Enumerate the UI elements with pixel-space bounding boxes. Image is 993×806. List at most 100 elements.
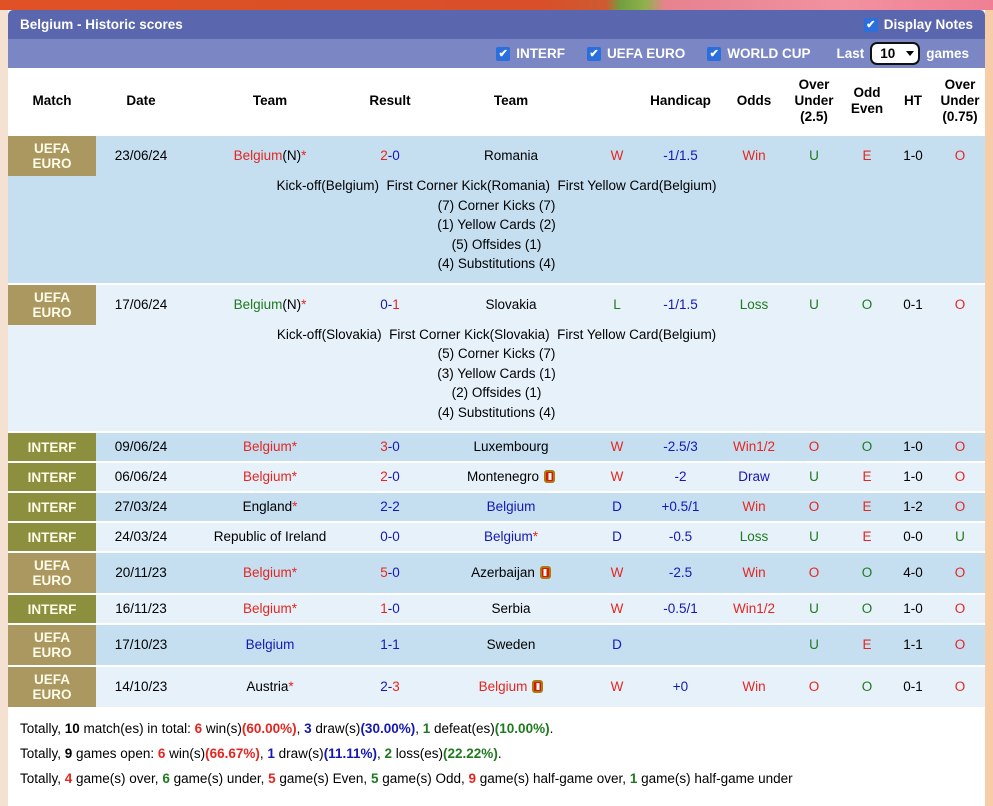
over-under-075: O — [935, 623, 985, 666]
away-team-name: Slovakia — [485, 296, 537, 312]
filter-world-cup-label: WORLD CUP — [727, 46, 811, 61]
away-team: Montenegro — [426, 461, 596, 492]
summary-line: Totally, 9 games open: 6 win(s)(66.67%),… — [20, 746, 973, 761]
outcome-letter: W — [596, 551, 638, 594]
home-score: 1 — [380, 601, 388, 616]
star-marker: * — [288, 679, 294, 694]
summary-segment: games open: — [72, 746, 158, 761]
odd-even: E — [843, 623, 891, 666]
half-time-score: 1-2 — [891, 491, 935, 522]
home-team-name: Republic of Ireland — [213, 529, 327, 544]
away-team-name: Belgium — [483, 529, 533, 544]
away-team-name: Belgium — [478, 679, 528, 694]
summary-segment: game(s) under, — [169, 771, 269, 786]
games-count-select[interactable]: 10 — [870, 42, 921, 65]
handicap-value: -2.5/3 — [638, 431, 723, 462]
world-cup-checkbox-icon[interactable] — [707, 46, 722, 61]
home-score: 2 — [380, 499, 388, 514]
column-header-handicap: Handicap — [638, 68, 723, 135]
outcome-letter: L — [596, 282, 638, 325]
filter-world-cup[interactable]: WORLD CUP — [707, 46, 810, 61]
odds-result: Win — [723, 665, 785, 707]
star-marker: * — [301, 296, 307, 312]
away-team: Belgium — [426, 665, 596, 707]
half-time-score: 0-1 — [891, 282, 935, 325]
over-under-075: O — [935, 431, 985, 462]
match-note-line: (1) Yellow Cards (2) — [437, 217, 556, 232]
home-team: Republic of Ireland — [186, 521, 354, 552]
background-photo-strip — [0, 0, 993, 10]
column-header-date: Date — [96, 68, 186, 135]
summary-segment: game(s) Odd, — [378, 771, 469, 786]
totals-summary: Totally, 10 match(es) in total: 6 win(s)… — [8, 707, 985, 806]
competition-badge: UEFA EURO — [8, 282, 96, 325]
match-notes-row: Kick-off(Slovakia) First Corner Kick(Slo… — [8, 324, 985, 432]
over-under-075: O — [935, 551, 985, 594]
table-row: UEFA EURO 17/06/24 Belgium(N)* 0-1 Slovakia L… — [8, 282, 985, 325]
away-score: 1 — [392, 637, 400, 652]
over-under-25: U — [785, 461, 843, 492]
neutral-venue-note: (N) — [282, 148, 302, 163]
match-date: 17/06/24 — [96, 282, 186, 325]
filter-interf[interactable]: INTERF — [496, 46, 565, 61]
summary-segment: . — [549, 721, 554, 736]
games-label: games — [926, 46, 969, 61]
match-note-line: Kick-off(Belgium) First Corner Kick(Roma… — [276, 178, 717, 193]
display-notes-toggle[interactable]: Display Notes — [863, 17, 973, 32]
home-team-name: Belgium — [233, 148, 283, 163]
competition-badge: INTERF — [8, 431, 96, 462]
panel-title-bar: Belgium - Historic scores Display Notes — [8, 10, 985, 39]
over-under-075: O — [935, 665, 985, 707]
summary-line: Totally, 10 match(es) in total: 6 win(s)… — [20, 721, 973, 736]
summary-segment: Totally, — [20, 721, 65, 736]
home-team: Belgium(N)* — [186, 282, 354, 325]
filter-interf-label: INTERF — [516, 46, 565, 61]
odd-even: E — [843, 491, 891, 522]
filter-uefa-euro[interactable]: UEFA EURO — [586, 46, 685, 61]
home-team-name: Austria — [246, 679, 289, 694]
summary-segment: , — [415, 721, 423, 736]
half-time-score: 1-1 — [891, 623, 935, 666]
table-row: UEFA EURO 17/10/23 Belgium 1-1 Sweden D U E 1-1 O — [8, 623, 985, 666]
outcome-letter: D — [596, 623, 638, 666]
half-time-score: 0-1 — [891, 665, 935, 707]
table-row: INTERF 27/03/24 England* 2-2 Belgium D +0.5/1 W… — [8, 491, 985, 522]
home-score: 0 — [380, 529, 388, 544]
display-notes-checkbox-icon[interactable] — [863, 17, 878, 32]
neutral-venue-note: (N) — [282, 296, 302, 312]
result-score: 5-0 — [354, 551, 426, 594]
competition-badge: UEFA EURO — [8, 134, 96, 176]
over-under-25: U — [785, 282, 843, 325]
odds-result: Win1/2 — [723, 593, 785, 624]
away-team: Belgium — [426, 491, 596, 522]
star-marker: * — [292, 499, 298, 514]
outcome-letter: W — [596, 665, 638, 707]
away-score: 0 — [392, 148, 400, 163]
summary-segment: 2 — [384, 746, 393, 761]
summary-segment: (66.67%) — [205, 746, 260, 761]
result-score: 3-0 — [354, 431, 426, 462]
competition-badge: INTERF — [8, 461, 96, 492]
over-under-25: O — [785, 665, 843, 707]
home-team-name: Belgium — [242, 601, 292, 616]
summary-segment: (10.00%) — [494, 721, 550, 736]
over-under-25: U — [785, 593, 843, 624]
table-header-row: Match Date Team Result Team Handicap Odd… — [8, 68, 985, 135]
over-under-075: O — [935, 461, 985, 492]
interf-checkbox-icon[interactable] — [496, 46, 511, 61]
result-score: 2-2 — [354, 491, 426, 522]
home-team-name: Belgium — [242, 469, 292, 484]
away-score: 1 — [392, 296, 400, 312]
uefa-euro-checkbox-icon[interactable] — [586, 46, 601, 61]
summary-segment: 3 — [304, 721, 312, 736]
column-header-outcome — [596, 68, 638, 135]
match-date: 09/06/24 — [96, 431, 186, 462]
over-under-25: U — [785, 521, 843, 552]
column-header-away-team: Team — [426, 68, 596, 135]
summary-segment: 9 — [468, 771, 476, 786]
competition-badge: UEFA EURO — [8, 623, 96, 666]
odd-even: O — [843, 593, 891, 624]
table-row: UEFA EURO 23/06/24 Belgium(N)* 2-0 Romania W -… — [8, 134, 985, 176]
away-score: 0 — [392, 469, 400, 484]
column-header-odd-even: Odd Even — [843, 68, 891, 135]
